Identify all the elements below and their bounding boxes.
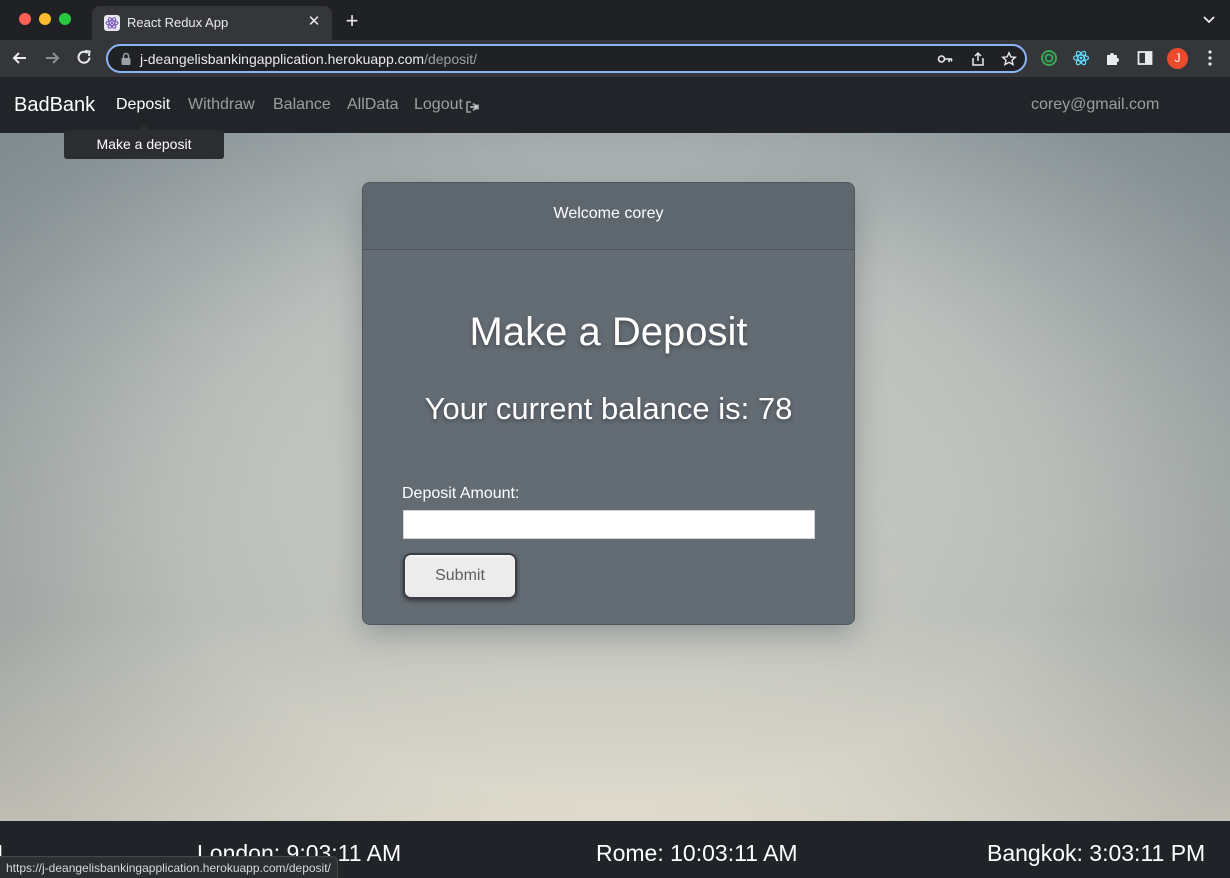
tab-close-icon[interactable]: ✕	[306, 13, 322, 31]
tab-title: React Redux App	[127, 15, 229, 30]
nav-link-alldata[interactable]: AllData	[347, 96, 399, 114]
status-bar-url: https://j-deangelisbankingapplication.he…	[0, 856, 338, 878]
app-navbar: BadBank Deposit Withdraw Balance AllData…	[0, 77, 1230, 133]
key-icon[interactable]	[937, 51, 953, 67]
extension-ring-icon[interactable]	[1040, 49, 1058, 67]
zoom-window-button[interactable]	[59, 13, 71, 25]
close-window-button[interactable]	[19, 13, 31, 25]
nav-link-balance[interactable]: Balance	[273, 96, 331, 114]
page-title: Make a Deposit	[469, 310, 748, 354]
browser-tab[interactable]: React Redux App ✕	[92, 6, 332, 40]
submit-button[interactable]: Submit	[403, 553, 517, 599]
browser-tabstrip: React Redux App ✕ +	[0, 0, 1230, 40]
deposit-card: Welcome corey Make a Deposit Your curren…	[362, 182, 855, 625]
share-icon[interactable]	[970, 51, 986, 67]
deposit-tooltip: Make a deposit	[64, 130, 224, 159]
clock-rome: Rome: 10:03:11 AM	[596, 840, 798, 866]
profile-avatar[interactable]: J	[1167, 48, 1188, 69]
new-tab-button[interactable]: +	[342, 10, 362, 32]
clock-bangkok: Bangkok: 3:03:11 PM	[987, 840, 1206, 866]
kebab-menu-icon[interactable]	[1203, 49, 1217, 67]
welcome-text: Welcome corey	[553, 205, 664, 222]
nav-link-withdraw[interactable]: Withdraw	[188, 96, 255, 114]
star-icon[interactable]	[1001, 51, 1017, 67]
lock-icon[interactable]	[120, 52, 132, 66]
logout-icon[interactable]	[465, 100, 481, 114]
back-arrow-icon[interactable]	[10, 48, 30, 68]
extension-icon[interactable]	[1104, 49, 1122, 67]
minimize-window-button[interactable]	[39, 13, 51, 25]
sidebar-icon[interactable]	[1136, 49, 1154, 67]
card-header: Welcome corey	[363, 183, 854, 250]
browser-toolbar: j-deangelisbankingapplication.herokuapp.…	[0, 40, 1230, 77]
url-text[interactable]: j-deangelisbankingapplication.herokuapp.…	[140, 51, 477, 67]
address-bar[interactable]: j-deangelisbankingapplication.herokuapp.…	[106, 44, 1027, 73]
react-devtools-icon[interactable]	[1072, 49, 1090, 67]
deposit-amount-input[interactable]	[403, 510, 815, 539]
user-email: corey@gmail.com	[1031, 96, 1160, 113]
brand-link[interactable]: BadBank	[14, 94, 95, 117]
deposit-amount-label: Deposit Amount:	[402, 485, 520, 502]
nav-link-deposit[interactable]: Deposit	[116, 96, 170, 114]
url-path: /deposit/	[424, 51, 478, 67]
nav-link-logout[interactable]: Logout	[414, 96, 463, 114]
react-favicon-icon	[104, 15, 120, 31]
balance-text: Your current balance is: 78	[424, 391, 793, 426]
reload-icon[interactable]	[74, 48, 94, 68]
tab-search-chevron-icon[interactable]	[1202, 14, 1216, 26]
forward-arrow-icon[interactable]	[42, 48, 62, 68]
url-host: j-deangelisbankingapplication.herokuapp.…	[140, 51, 425, 67]
